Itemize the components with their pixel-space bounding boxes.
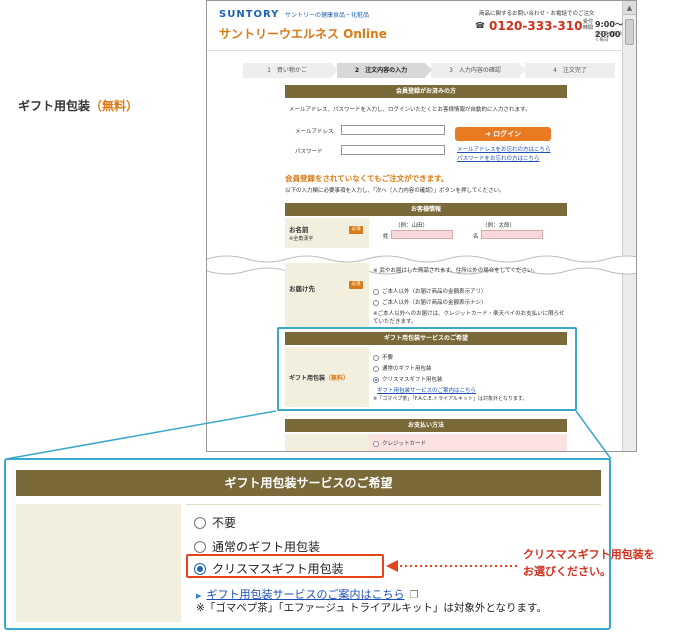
delivery-label: お届け先 [289,285,315,293]
step-input: 2 注文内容の入力 [337,63,432,78]
option-label: クレジットカード [382,441,427,447]
page-screenshot: ▲ SUNTORY サントリーの健康食品・化粧品 サントリーウエルネス Onli… [206,0,637,452]
hours-label: 受付時間 [583,19,594,31]
radio[interactable] [373,440,379,447]
last-name-example: （例：山田） [395,223,429,229]
radio[interactable] [373,288,379,295]
option-label: ご本人以外（お届け商品の金額表示アリ） [382,289,487,295]
scroll-thumb[interactable] [625,19,634,45]
step-complete: 4 注文完了 [525,63,615,78]
option-label: クリスマスギフト用包装 [212,562,344,576]
radio[interactable] [194,541,206,553]
highlight-box [277,327,577,411]
gift-zoom-option-christmas[interactable]: クリスマスギフト用包装 [194,560,344,577]
login-button-label: ログイン [493,130,522,138]
delivery-label-cell [285,263,369,327]
gift-zoom-option-none[interactable]: 不要 [194,514,236,531]
gift-zoom-option-regular[interactable]: 通常のギフト用包装 [194,538,320,555]
scroll-up-icon[interactable]: ▲ [623,1,636,15]
phone-icon: ☎ [475,21,485,30]
callout-line-2: お選びください。 [523,565,611,578]
login-panel-bar: 会員登録がお済みの方 [285,85,567,98]
option-label: ご本人以外（お届け商品の金額表示ナシ） [382,300,487,306]
first-name-example: （例：太郎） [482,223,516,229]
phone-note: 商品に関するお問い合わせ・お電話でのご注文 [479,11,595,17]
step-cart: 1 買い物かご [243,63,338,78]
gift-zoom-bar: ギフト用包装サービスのご希望 [16,470,601,496]
forgot-password-link[interactable]: パスワードをお忘れの方はこちら [457,154,540,162]
delivery-required-badge: 必須 [349,281,363,289]
last-name-label: 姓 [383,234,389,240]
name-sub-label: ※全角漢字 [289,236,314,242]
delivery-cut-text: ※ 武やお届けした商品されます。住所以外の場合をしてください。 [373,268,538,274]
delivery-option-no-price[interactable]: ご本人以外（お届け商品の金額表示ナシ） [373,298,487,306]
payment-label-cell [285,434,369,451]
guest-note: 以下の入力欄に必要事項を入力し、「次へ（入力内容の確認）」ボタンを押してください… [285,188,505,194]
site-header: SUNTORY サントリーの健康食品・化粧品 サントリーウエルネス Online… [207,1,623,51]
brand-logo[interactable]: SUNTORY [219,9,279,20]
checkout-steps: 1 買い物かご 2 注文内容の入力 3 入力内容の確認 4 注文完了 [243,63,615,78]
option-label: 不要 [212,516,237,530]
payment-panel-bar: お支払い方法 [285,419,567,432]
password-field[interactable] [341,145,445,155]
email-label: メールアドレス [295,129,334,135]
delivery-option-with-price[interactable]: ご本人以外（お届け商品の金額表示アリ） [373,287,487,295]
gift-zoom-note: ※「ゴマペプ茶」「エファージュ トライアルキット」は対象外となります。 [196,602,547,614]
payment-option-credit[interactable]: クレジットカード [373,439,426,447]
login-button[interactable]: ➜ ログイン [455,127,551,141]
vertical-scrollbar[interactable]: ▲ [622,1,636,451]
radio[interactable] [373,299,379,306]
callout-line-1: クリスマスギフト用包装を [523,548,655,561]
customer-panel-bar: お客様情報 [285,203,567,216]
gift-zoom-label: ギフト用包装（無料） [18,97,138,114]
site-name[interactable]: サントリーウエルネス Online [219,25,387,42]
forgot-email-link[interactable]: メールアドレスをお忘れの方はこちら [457,145,551,153]
login-intro: メールアドレス、パスワードを入力し、ログインいただくとお客様情報が自動的に入力さ… [289,107,531,113]
radio-selected[interactable] [194,563,206,575]
hours-note: 年末年始を除く毎日 [595,32,622,43]
arrow-right-icon: ➜ [484,130,494,138]
phone-number: 0120-333-310 [489,19,583,33]
callout-arrow-icon [386,560,520,572]
gift-zoom-label-text: ギフト用包装 [18,99,91,113]
triangle-right-icon: ▶ [196,592,202,600]
email-field[interactable] [341,125,445,135]
callout-text: クリスマスギフト用包装を お選びください。 [523,546,655,580]
gift-zoom-label-cell [16,504,181,622]
first-name-label: 名 [473,234,479,240]
first-name-field[interactable] [481,230,543,239]
option-label: 通常のギフト用包装 [212,540,321,554]
guest-heading: 会員登録をされていなくてもご注文ができます。 [285,174,449,183]
last-name-field[interactable] [391,230,453,239]
name-label: お名前 [289,226,309,234]
gift-zoom-label-accent: （無料） [90,99,139,113]
delivery-note: ※ご本人以外へのお届けは、クレジットカード・楽天ペイのお支払いに限らせていただき… [373,311,565,325]
radio[interactable] [194,517,206,529]
step-confirm: 3 入力内容の確認 [431,63,526,78]
brand-tagline: サントリーの健康食品・化粧品 [285,12,370,19]
required-badge: 必須 [349,226,363,234]
password-label: パスワード [295,149,323,155]
